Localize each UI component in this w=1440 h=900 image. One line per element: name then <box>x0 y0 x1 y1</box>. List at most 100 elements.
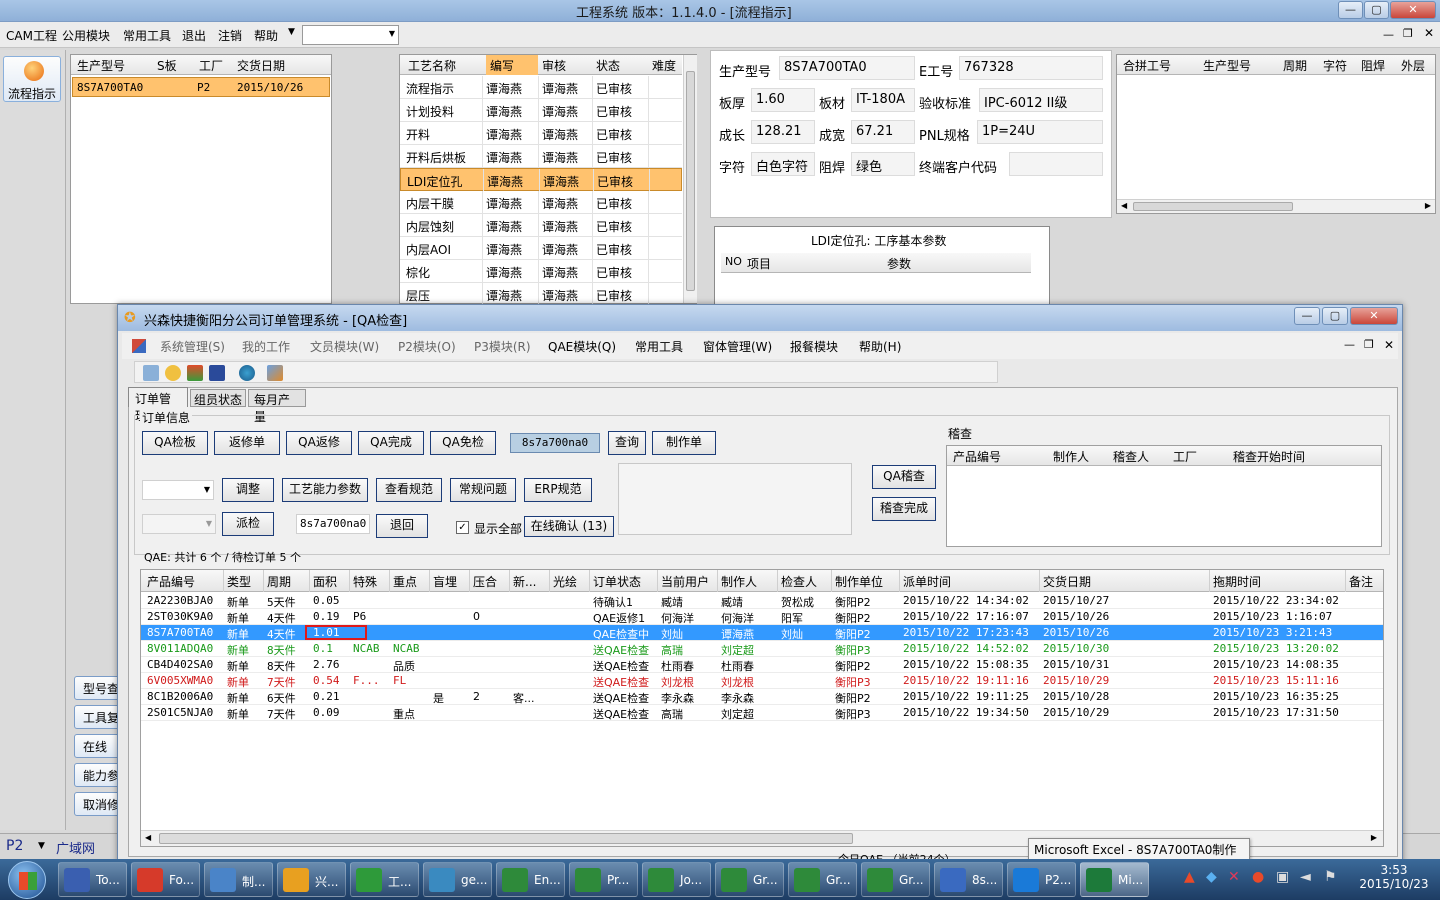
left-side-button[interactable]: 型号查 <box>74 676 120 700</box>
make-sheet-button[interactable]: 制作单 <box>652 431 716 455</box>
return-button[interactable]: 退回 <box>376 514 428 538</box>
order-column-header[interactable]: 备注 <box>1349 573 1373 590</box>
chart-icon[interactable] <box>187 365 203 381</box>
col-status[interactable]: 状态 <box>596 57 620 74</box>
process-capability-button[interactable]: 工艺能力参数 <box>282 478 368 502</box>
menu-qae[interactable]: QAE模块(Q) <box>548 338 616 355</box>
cell-edit-focus[interactable]: 1.01 <box>305 625 367 640</box>
order-column-header[interactable]: 压合 <box>473 573 497 590</box>
menu-system[interactable]: 系统管理(S) <box>160 338 225 355</box>
tray-close-icon[interactable]: ✕ <box>1228 869 1240 885</box>
menu-tools[interactable]: 常用工具 <box>123 27 171 44</box>
table-row[interactable]: 内层AOI 谭海燕 谭海燕 已审核 <box>400 237 682 260</box>
menu-logout[interactable]: 注销 <box>218 27 242 44</box>
table-row[interactable]: 流程指示 谭海燕 谭海燕 已审核 <box>400 76 682 99</box>
table-row[interactable]: 内层干膜 谭海燕 谭海燕 已审核 <box>400 191 682 214</box>
col-combine-no[interactable]: 合拼工号 <box>1123 57 1171 74</box>
order-column-header[interactable]: 特殊 <box>353 573 377 590</box>
table-row[interactable]: 棕化 谭海燕 谭海燕 已审核 <box>400 260 682 283</box>
menu-p2[interactable]: P2模块(O) <box>398 338 456 355</box>
col-param[interactable]: 参数 <box>887 255 911 272</box>
tab-members[interactable]: 组员状态 <box>190 389 246 407</box>
col-model[interactable]: 生产型号 <box>77 57 125 74</box>
scrollbar-thumb[interactable] <box>159 833 853 844</box>
adjust-button[interactable]: 调整 <box>222 478 274 502</box>
taskbar-item[interactable]: Fo... <box>131 862 200 897</box>
taskbar-item[interactable]: Jo... <box>642 862 711 897</box>
dispatch-button[interactable]: 派检 <box>222 512 274 536</box>
qa-minimize-button[interactable]: — <box>1294 307 1320 325</box>
col-combine-outer[interactable]: 外层 <box>1401 57 1425 74</box>
col-audit-product[interactable]: 产品编号 <box>953 448 1001 465</box>
table-row[interactable]: CB4D402SA0 新单 8天件 2.76 品质 送QAE检查 杜雨春 杜雨春 衡阳P2 201… <box>141 657 1383 673</box>
taskbar-item[interactable]: P2... <box>1007 862 1076 897</box>
order-column-header[interactable]: 类型 <box>227 573 251 590</box>
col-combine-char[interactable]: 字符 <box>1323 57 1347 74</box>
menu-exit[interactable]: 退出 <box>182 27 206 44</box>
taskbar-item[interactable]: Gr... <box>788 862 857 897</box>
menu-p3[interactable]: P3模块(R) <box>474 338 531 355</box>
search-input[interactable]: 8s7a700na0 <box>510 433 600 453</box>
dispatch-combo[interactable]: ▼ <box>142 514 216 534</box>
taskbar-item[interactable]: 工... <box>350 862 419 897</box>
process-scrollbar[interactable] <box>683 55 697 303</box>
view-spec-button[interactable]: 查看规范 <box>376 478 442 502</box>
col-audit-factory[interactable]: 工厂 <box>1173 448 1197 465</box>
tools-icon[interactable] <box>267 365 283 381</box>
taskbar-item[interactable]: Pr... <box>569 862 638 897</box>
qa-audit-button[interactable]: QA稽查 <box>872 465 936 489</box>
taskbar-item[interactable]: To... <box>58 862 127 897</box>
scroll-left-icon[interactable]: ◀ <box>145 833 151 842</box>
order-column-header[interactable]: 制作人 <box>721 573 757 590</box>
clock[interactable]: 3:53 2015/10/23 <box>1352 863 1436 891</box>
back-close-button[interactable]: ✕ <box>1390 1 1436 19</box>
table-row[interactable]: 8S7A700TA0 P2 2015/10/26 <box>72 77 330 97</box>
query-button[interactable]: 查询 <box>608 431 646 455</box>
order-column-header[interactable]: 订单状态 <box>593 573 641 590</box>
menu-meal[interactable]: 报餐模块 <box>790 338 838 355</box>
taskbar-item[interactable]: En... <box>496 862 565 897</box>
mdi-restore-icon[interactable]: ❐ <box>1403 27 1413 40</box>
table-row[interactable]: 6V005XWMA0 新单 7天件 0.54 F... FL 送QAE检查 刘龙根 刘龙根 衡阳P… <box>141 673 1383 689</box>
col-item[interactable]: 项目 <box>747 255 771 272</box>
scrollbar-thumb[interactable] <box>686 71 695 291</box>
start-button[interactable] <box>8 861 46 899</box>
menu-public[interactable]: 公用模块 <box>62 27 110 44</box>
order-column-header[interactable]: 产品编号 <box>147 573 195 590</box>
rework-sheet-button[interactable]: 返修单 <box>214 431 280 455</box>
combine-hscrollbar[interactable]: ◀ ▶ <box>1117 199 1435 213</box>
order-column-header[interactable]: 新... <box>513 573 536 590</box>
table-row[interactable]: 8S7A700TA0新单4天件1.01QAE检查中刘灿谭海燕刘灿衡阳P22015… <box>141 625 1383 641</box>
tray-monitor-icon[interactable]: ▣ <box>1276 869 1289 885</box>
left-side-button[interactable]: 能力参 <box>74 763 120 787</box>
menu-clerk[interactable]: 文员模块(W) <box>310 338 379 355</box>
col-combine-period[interactable]: 周期 <box>1283 57 1307 74</box>
table-row[interactable]: 开料后烘板 谭海燕 谭海燕 已审核 <box>400 145 682 168</box>
tray-volume-icon[interactable]: ◄ <box>1300 869 1311 885</box>
table-row[interactable]: 2S01C5NJA0 新单 7天件 0.09 重点 送QAE检查 高瑞 刘定超 衡阳P3 2015… <box>141 705 1383 721</box>
table-row[interactable]: 计划投料 谭海燕 谭海燕 已审核 <box>400 99 682 122</box>
order-column-header[interactable]: 面积 <box>313 573 337 590</box>
tray-net-icon[interactable]: ◆ <box>1206 869 1217 885</box>
table-row[interactable]: LDI定位孔 谭海燕 谭海燕 已审核 <box>400 168 682 191</box>
tray-g-icon[interactable]: ● <box>1252 869 1264 885</box>
common-issue-button[interactable]: 常规问题 <box>450 478 516 502</box>
col-process[interactable]: 工艺名称 <box>408 57 456 74</box>
left-side-button[interactable]: 取消修 <box>74 792 120 816</box>
col-difficulty[interactable]: 难度 <box>652 57 676 74</box>
tray-flag-icon[interactable]: ⚑ <box>1324 869 1337 885</box>
left-side-button[interactable]: 工具复 <box>74 705 120 729</box>
taskbar-item[interactable]: 制... <box>204 862 273 897</box>
taskbar-item[interactable]: ge... <box>423 862 492 897</box>
order-column-header[interactable]: 制作单位 <box>835 573 883 590</box>
taskbar-item[interactable]: Gr... <box>715 862 784 897</box>
order-column-header[interactable]: 盲埋 <box>433 573 457 590</box>
qa-maximize-button[interactable]: ▢ <box>1322 307 1348 325</box>
order-column-header[interactable]: 周期 <box>267 573 291 590</box>
col-no[interactable]: NO <box>725 255 742 268</box>
back-maximize-button[interactable]: ▢ <box>1364 1 1389 19</box>
col-factory[interactable]: 工厂 <box>199 57 223 74</box>
grid-icon[interactable] <box>143 365 159 381</box>
table-row[interactable]: 内层蚀刻 谭海燕 谭海燕 已审核 <box>400 214 682 237</box>
order-column-header[interactable]: 交货日期 <box>1043 573 1091 590</box>
